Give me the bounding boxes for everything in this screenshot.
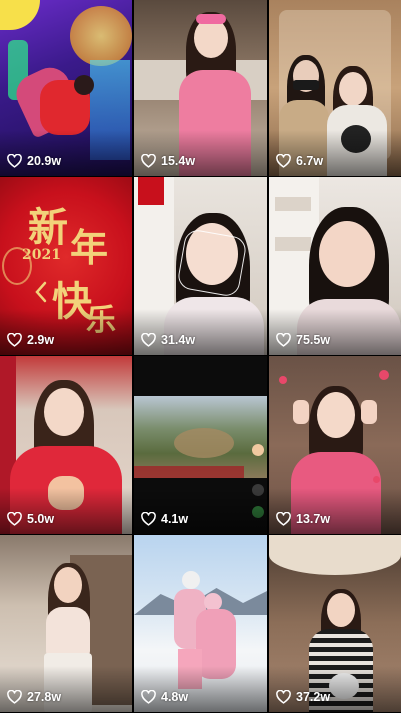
like-count-text: 4.8w: [161, 690, 189, 704]
like-count-text: 31.4w: [161, 333, 196, 347]
like-count-text: 20.9w: [27, 154, 62, 168]
like-count-text: 15.4w: [161, 154, 196, 168]
heart-outline-icon: [7, 690, 22, 704]
video-thumbnail-10[interactable]: 27.8w: [0, 535, 132, 712]
video-thumbnail-6[interactable]: 75.5w: [269, 177, 401, 355]
heart-outline-icon: [276, 154, 291, 168]
video-thumbnail-4[interactable]: 新 年 2021 快 乐 2.9w: [0, 177, 132, 355]
like-count-text: 37.2w: [296, 690, 331, 704]
like-count: 27.8w: [7, 690, 61, 704]
video-thumbnail-1[interactable]: 20.9w: [0, 0, 132, 176]
video-grid: 20.9w 15.4w 6.7w 新 年 2021 快 2.9w 31.4w 7…: [0, 0, 401, 713]
heart-outline-icon: [276, 690, 291, 704]
video-thumbnail-7[interactable]: 5.0w: [0, 356, 132, 534]
like-count-text: 6.7w: [296, 154, 324, 168]
heart-outline-icon: [7, 154, 22, 168]
video-thumbnail-12[interactable]: 37.2w: [269, 535, 401, 712]
like-count-text: 4.1w: [161, 512, 189, 526]
like-count: 31.4w: [141, 333, 195, 347]
video-thumbnail-3[interactable]: 6.7w: [269, 0, 401, 176]
heart-outline-icon: [141, 333, 156, 347]
video-thumbnail-2[interactable]: 15.4w: [134, 0, 267, 176]
heart-outline-icon: [141, 154, 156, 168]
like-count: 13.7w: [276, 512, 330, 526]
heart-outline-icon: [141, 512, 156, 526]
video-thumbnail-9[interactable]: 13.7w: [269, 356, 401, 534]
heart-outline-icon: [276, 512, 291, 526]
greeting-glyph: 新: [28, 204, 68, 251]
like-count: 37.2w: [276, 690, 330, 704]
video-thumbnail-11[interactable]: 4.8w: [134, 535, 267, 712]
like-count-text: 75.5w: [296, 333, 331, 347]
heart-outline-icon: [276, 333, 291, 347]
like-count-text: 13.7w: [296, 512, 331, 526]
heart-outline-icon: [141, 690, 156, 704]
like-count: 5.0w: [7, 512, 54, 526]
like-count: 6.7w: [276, 154, 323, 168]
heart-outline-icon: [7, 333, 22, 347]
like-count: 15.4w: [141, 154, 195, 168]
like-count: 75.5w: [276, 333, 330, 347]
like-count: 4.1w: [141, 512, 188, 526]
like-count-text: 2.9w: [27, 333, 55, 347]
like-count: 2.9w: [7, 333, 54, 347]
chevron-left-icon[interactable]: [34, 281, 48, 303]
like-count: 20.9w: [7, 154, 61, 168]
like-count-text: 27.8w: [27, 690, 62, 704]
video-thumbnail-5[interactable]: 31.4w: [134, 177, 267, 355]
like-count-text: 5.0w: [27, 512, 55, 526]
greeting-glyph: 年: [70, 225, 109, 270]
like-count: 4.8w: [141, 690, 188, 704]
video-thumbnail-8[interactable]: 4.1w: [134, 356, 267, 534]
heart-outline-icon: [7, 512, 22, 526]
